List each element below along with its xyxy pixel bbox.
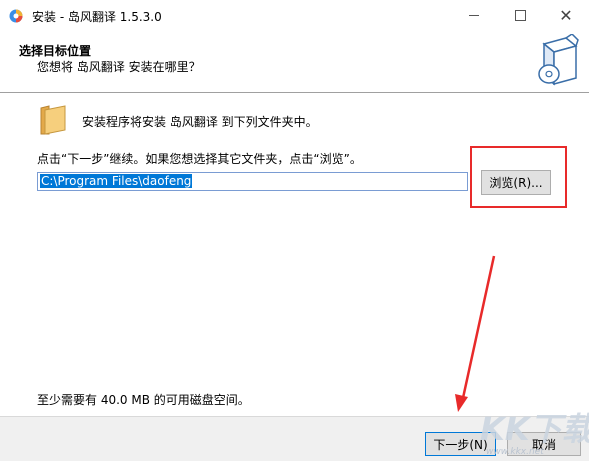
window-title: 安装 - 岛风翻译 1.5.3.0 — [32, 10, 162, 24]
header-divider — [0, 92, 589, 93]
page-subtitle: 您想将 岛风翻译 安装在哪里？ — [37, 60, 201, 74]
install-path-input[interactable]: C:\Program Files\daofeng — [37, 172, 468, 191]
browse-button[interactable]: 浏览(R)... — [481, 170, 551, 195]
page-title: 选择目标位置 — [19, 44, 92, 58]
install-box-icon — [538, 34, 579, 86]
watermark-text: KK下载 — [480, 410, 589, 448]
close-icon: ✕ — [559, 6, 573, 25]
minimize-icon — [469, 15, 479, 16]
maximize-button[interactable] — [497, 0, 543, 31]
maximize-icon — [514, 10, 526, 21]
app-logo-icon — [9, 9, 23, 23]
minimize-button[interactable] — [451, 0, 497, 31]
install-path-value: C:\Program Files\daofeng — [40, 174, 193, 188]
disk-space-text: 至少需要有 40.0 MB 的可用磁盘空间。 — [37, 393, 250, 407]
watermark-url: www.kkx.net — [486, 447, 544, 457]
folder-icon — [40, 105, 66, 135]
title-bar: 安装 - 岛风翻译 1.5.3.0 ✕ — [0, 0, 589, 31]
instruction-text: 点击“下一步”继续。如果您想选择其它文件夹，点击“浏览”。 — [37, 152, 362, 166]
install-info-text: 安装程序将安装 岛风翻译 到下列文件夹中。 — [82, 115, 318, 129]
close-button[interactable]: ✕ — [543, 0, 589, 31]
